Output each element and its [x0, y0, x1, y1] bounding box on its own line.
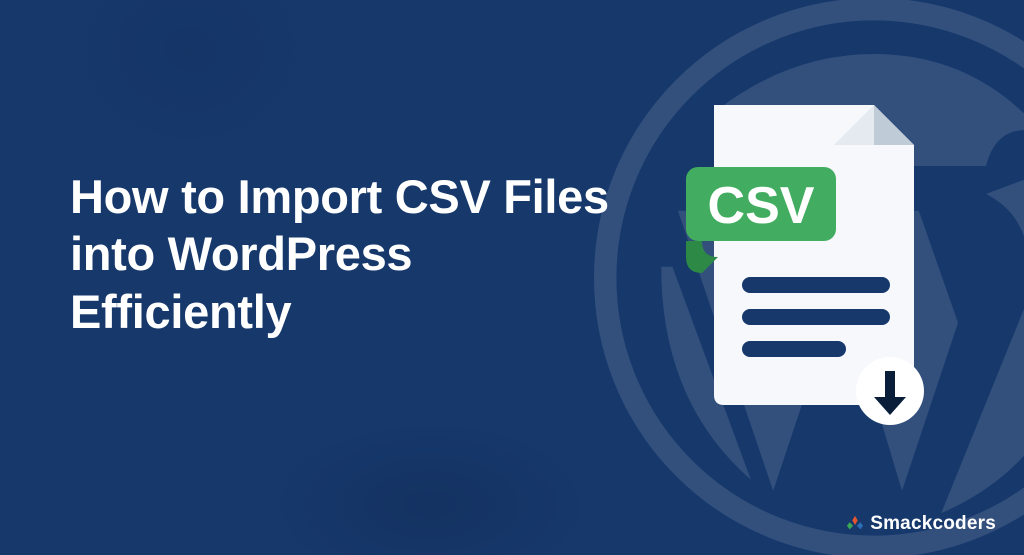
brand-logo-icon	[846, 515, 864, 533]
promo-banner: How to Import CSV Files into WordPress E…	[0, 0, 1024, 555]
headline-text: How to Import CSV Files into WordPress E…	[70, 168, 630, 340]
background-blob	[60, 0, 320, 160]
brand-name-text: Smackcoders	[870, 513, 996, 535]
csv-file-illustration: CSV	[674, 105, 924, 425]
csv-badge-text: CSV	[708, 177, 815, 235]
background-blob	[260, 415, 600, 555]
brand-badge: Smackcoders	[846, 513, 996, 535]
